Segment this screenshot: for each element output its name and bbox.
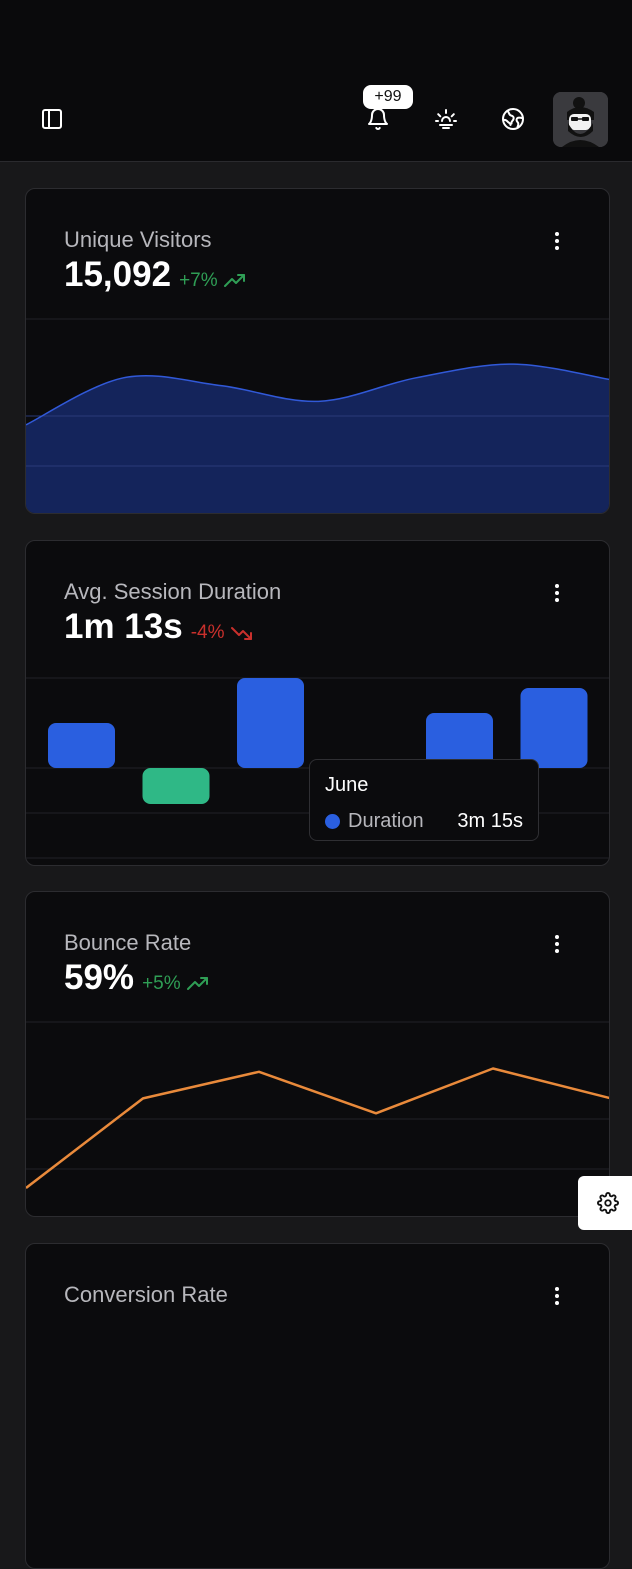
session-duration-card: Avg. Session Duration 1m 13s -4% June Du… bbox=[25, 540, 610, 866]
bounce-rate-card: Bounce Rate 59% +5% bbox=[25, 891, 610, 1217]
card-title: Conversion Rate bbox=[64, 1282, 228, 1307]
more-options-button[interactable] bbox=[545, 1284, 569, 1308]
language-button[interactable] bbox=[493, 99, 533, 139]
tooltip-label: Duration bbox=[348, 810, 424, 832]
settings-button[interactable] bbox=[578, 1176, 632, 1230]
theme-toggle-button[interactable] bbox=[426, 99, 466, 139]
bell-icon bbox=[368, 108, 388, 130]
tooltip-title: June bbox=[325, 774, 369, 796]
sidebar-toggle-button[interactable] bbox=[32, 99, 72, 139]
avatar[interactable] bbox=[553, 92, 608, 147]
chart-tooltip: June Duration 3m 15s bbox=[309, 759, 539, 841]
top-bar: +99 bbox=[0, 0, 632, 162]
series-color-dot bbox=[325, 814, 340, 829]
globe-icon bbox=[502, 108, 524, 130]
bar-Jan bbox=[48, 723, 115, 768]
series-line bbox=[26, 1067, 609, 1189]
notifications-badge: +99 bbox=[363, 85, 413, 109]
bar-Feb bbox=[142, 768, 210, 804]
avatar-image bbox=[553, 92, 608, 147]
sidebar-toggle-icon bbox=[42, 109, 62, 129]
bounce-rate-line-chart bbox=[26, 1021, 609, 1189]
unique-visitors-area-chart bbox=[26, 318, 609, 513]
unique-visitors-card: Unique Visitors 15,092 +7% bbox=[25, 188, 610, 514]
gear-icon bbox=[597, 1192, 619, 1214]
sun-icon bbox=[435, 109, 457, 129]
area-fill bbox=[26, 364, 609, 513]
tooltip-value: 3m 15s bbox=[457, 810, 523, 832]
bar-Jun bbox=[520, 688, 588, 768]
bar-Mar bbox=[237, 678, 304, 768]
